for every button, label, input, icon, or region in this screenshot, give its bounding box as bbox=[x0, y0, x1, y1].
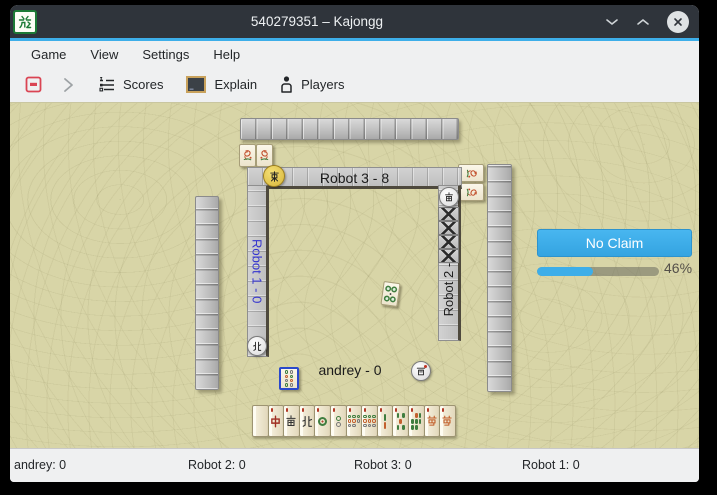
andrey-label: andrey - 0 bbox=[270, 362, 430, 378]
south-wind-icon bbox=[444, 192, 454, 202]
hand-tile-south-wind[interactable] bbox=[283, 405, 300, 437]
robot3-exposed-tiles bbox=[239, 144, 273, 167]
hand-tile-white-dragon[interactable] bbox=[252, 405, 269, 437]
status-robot3: Robot 3: 0 bbox=[354, 458, 412, 472]
menubar: Game View Settings Help bbox=[10, 41, 699, 67]
kajongg-window: 540279351 – Kajongg Game View Settin bbox=[10, 5, 699, 482]
explain-button[interactable]: Explain bbox=[185, 75, 257, 94]
progress-fill bbox=[537, 267, 593, 276]
robot2-concealed-kong bbox=[438, 207, 459, 263]
menu-view[interactable]: View bbox=[78, 47, 130, 62]
hand-tile-north-wind[interactable] bbox=[299, 405, 316, 437]
status-robot1: Robot 1: 0 bbox=[522, 458, 580, 472]
minimize-icon[interactable] bbox=[605, 17, 619, 27]
crossed-tile bbox=[438, 235, 459, 249]
kajongg-app-icon bbox=[13, 10, 37, 34]
maximize-icon[interactable] bbox=[636, 17, 650, 27]
green-dragon-icon bbox=[17, 14, 33, 30]
statusbar: andrey: 0 Robot 2: 0 Robot 3: 0 Robot 1:… bbox=[10, 448, 699, 482]
crossed-tile bbox=[438, 249, 459, 263]
demo-mode-icon bbox=[24, 75, 43, 94]
step-forward-icon bbox=[61, 77, 75, 93]
bonus-flower-tile bbox=[239, 144, 256, 167]
hand-tile-character[interactable] bbox=[439, 405, 456, 437]
status-robot2: Robot 2: 0 bbox=[188, 458, 246, 472]
no-claim-button[interactable]: No Claim bbox=[537, 229, 692, 257]
wind-marker-east bbox=[263, 165, 285, 187]
desktop-background: 540279351 – Kajongg Game View Settin bbox=[0, 0, 717, 495]
player-hand bbox=[252, 405, 455, 437]
hand-tile-8-dots[interactable] bbox=[346, 405, 363, 437]
players-label: Players bbox=[301, 77, 344, 92]
players-button[interactable]: Players bbox=[279, 75, 344, 94]
hand-tile-1-dot[interactable] bbox=[314, 405, 331, 437]
bonus-flower-tile bbox=[256, 144, 273, 167]
scores-list-icon bbox=[97, 76, 116, 94]
window-title: 540279351 – Kajongg bbox=[37, 14, 597, 29]
wind-marker-north bbox=[247, 336, 267, 356]
hand-tile-5-bamboo[interactable] bbox=[392, 405, 409, 437]
close-icon bbox=[673, 17, 683, 27]
center-four-dots-tile bbox=[380, 281, 400, 307]
hand-tile-2-bamboo[interactable] bbox=[377, 405, 394, 437]
right-wall bbox=[487, 164, 512, 392]
explain-label: Explain bbox=[214, 77, 257, 92]
hand-tile-character[interactable] bbox=[424, 405, 441, 437]
hand-tile-red-dragon[interactable] bbox=[268, 405, 285, 437]
hand-tile-7-bamboo[interactable] bbox=[408, 405, 425, 437]
north-wind-icon bbox=[252, 341, 262, 351]
scores-button[interactable]: Scores bbox=[97, 76, 163, 94]
menu-settings[interactable]: Settings bbox=[130, 47, 201, 62]
menu-game[interactable]: Game bbox=[19, 47, 78, 62]
hand-tile-2-dots[interactable] bbox=[330, 405, 347, 437]
claim-timeout-progressbar bbox=[537, 267, 659, 276]
right-wall-label-bar: Robot 2 - 8 bbox=[438, 185, 461, 341]
left-wall-label-bar: Robot 1 - 0 bbox=[247, 185, 269, 357]
menu-help[interactable]: Help bbox=[201, 47, 252, 62]
demo-mode-button[interactable] bbox=[24, 75, 43, 94]
titlebar[interactable]: 540279351 – Kajongg bbox=[10, 5, 699, 38]
left-wall bbox=[195, 196, 219, 390]
progress-percent-label: 46% bbox=[664, 260, 692, 276]
blackboard-icon bbox=[185, 75, 207, 94]
hand-tile-9-dots[interactable] bbox=[361, 405, 378, 437]
game-table: Robot 3 - 8 Robot 1 - 0 Robot 2 - 8 bbox=[10, 102, 699, 448]
close-button[interactable] bbox=[667, 11, 689, 33]
step-forward-button[interactable] bbox=[61, 77, 75, 93]
player-icon bbox=[279, 75, 294, 94]
crossed-tile bbox=[438, 221, 459, 235]
east-wind-icon bbox=[269, 171, 280, 182]
scores-label: Scores bbox=[123, 77, 163, 92]
robot1-label: Robot 1 - 0 bbox=[250, 239, 265, 303]
wind-marker-south bbox=[439, 187, 459, 207]
toolbar: Scores Explain Players bbox=[10, 67, 699, 102]
top-wall bbox=[240, 118, 459, 140]
status-andrey: andrey: 0 bbox=[14, 458, 66, 472]
crossed-tile bbox=[438, 207, 459, 221]
